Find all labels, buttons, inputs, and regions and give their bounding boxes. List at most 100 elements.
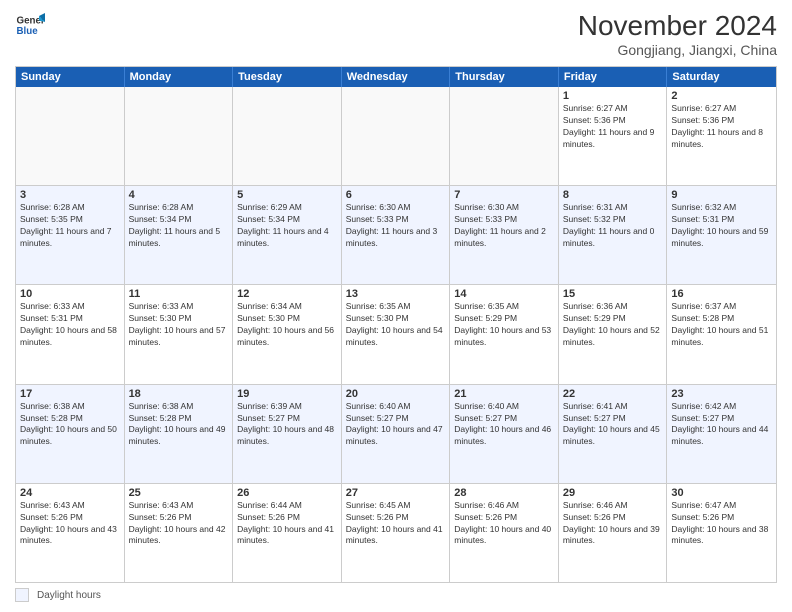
day-info: Sunrise: 6:38 AM Sunset: 5:28 PM Dayligh…: [20, 401, 120, 449]
calendar-cell: 15Sunrise: 6:36 AM Sunset: 5:29 PM Dayli…: [559, 285, 668, 383]
legend-box: [15, 588, 29, 602]
calendar-cell: 19Sunrise: 6:39 AM Sunset: 5:27 PM Dayli…: [233, 385, 342, 483]
day-info: Sunrise: 6:39 AM Sunset: 5:27 PM Dayligh…: [237, 401, 337, 449]
day-info: Sunrise: 6:30 AM Sunset: 5:33 PM Dayligh…: [346, 202, 446, 250]
calendar-cell: 29Sunrise: 6:46 AM Sunset: 5:26 PM Dayli…: [559, 484, 668, 582]
day-info: Sunrise: 6:27 AM Sunset: 5:36 PM Dayligh…: [671, 103, 772, 151]
day-info: Sunrise: 6:43 AM Sunset: 5:26 PM Dayligh…: [20, 500, 120, 548]
day-info: Sunrise: 6:35 AM Sunset: 5:30 PM Dayligh…: [346, 301, 446, 349]
day-number: 16: [671, 288, 772, 300]
day-info: Sunrise: 6:46 AM Sunset: 5:26 PM Dayligh…: [454, 500, 554, 548]
day-number: 14: [454, 288, 554, 300]
calendar-cell: 5Sunrise: 6:29 AM Sunset: 5:34 PM Daylig…: [233, 186, 342, 284]
day-number: 26: [237, 487, 337, 499]
subtitle: Gongjiang, Jiangxi, China: [578, 42, 777, 58]
day-info: Sunrise: 6:41 AM Sunset: 5:27 PM Dayligh…: [563, 401, 663, 449]
calendar-cell: 7Sunrise: 6:30 AM Sunset: 5:33 PM Daylig…: [450, 186, 559, 284]
day-number: 11: [129, 288, 229, 300]
calendar-cell: 9Sunrise: 6:32 AM Sunset: 5:31 PM Daylig…: [667, 186, 776, 284]
day-info: Sunrise: 6:32 AM Sunset: 5:31 PM Dayligh…: [671, 202, 772, 250]
calendar-cell: 11Sunrise: 6:33 AM Sunset: 5:30 PM Dayli…: [125, 285, 234, 383]
calendar-header: SundayMondayTuesdayWednesdayThursdayFrid…: [16, 67, 776, 87]
calendar-cell: 30Sunrise: 6:47 AM Sunset: 5:26 PM Dayli…: [667, 484, 776, 582]
day-info: Sunrise: 6:36 AM Sunset: 5:29 PM Dayligh…: [563, 301, 663, 349]
day-info: Sunrise: 6:38 AM Sunset: 5:28 PM Dayligh…: [129, 401, 229, 449]
calendar-cell: 10Sunrise: 6:33 AM Sunset: 5:31 PM Dayli…: [16, 285, 125, 383]
day-info: Sunrise: 6:42 AM Sunset: 5:27 PM Dayligh…: [671, 401, 772, 449]
day-number: 13: [346, 288, 446, 300]
day-number: 21: [454, 388, 554, 400]
day-number: 12: [237, 288, 337, 300]
day-info: Sunrise: 6:47 AM Sunset: 5:26 PM Dayligh…: [671, 500, 772, 548]
header-day-tuesday: Tuesday: [233, 67, 342, 87]
calendar-cell: 28Sunrise: 6:46 AM Sunset: 5:26 PM Dayli…: [450, 484, 559, 582]
calendar-row-0: 1 Sunrise: 6:27 AM Sunset: 5:36 PM Daylig…: [16, 87, 776, 185]
day-info: Sunrise: 6:37 AM Sunset: 5:28 PM Dayligh…: [671, 301, 772, 349]
day-number: 28: [454, 487, 554, 499]
logo: General Blue: [15, 10, 45, 40]
legend: Daylight hours: [15, 588, 777, 602]
day-info: Sunrise: 6:29 AM Sunset: 5:34 PM Dayligh…: [237, 202, 337, 250]
calendar-cell: [450, 87, 559, 185]
day-number: 6: [346, 189, 446, 201]
page: General Blue November 2024 Gongjiang, Ji…: [0, 0, 792, 612]
calendar-row-1: 3Sunrise: 6:28 AM Sunset: 5:35 PM Daylig…: [16, 185, 776, 284]
day-number: 19: [237, 388, 337, 400]
day-info: Sunrise: 6:30 AM Sunset: 5:33 PM Dayligh…: [454, 202, 554, 250]
day-number: 4: [129, 189, 229, 201]
title-block: November 2024 Gongjiang, Jiangxi, China: [578, 10, 777, 58]
calendar-cell: 8Sunrise: 6:31 AM Sunset: 5:32 PM Daylig…: [559, 186, 668, 284]
day-number: 3: [20, 189, 120, 201]
calendar-cell: 27Sunrise: 6:45 AM Sunset: 5:26 PM Dayli…: [342, 484, 451, 582]
calendar-cell: 3Sunrise: 6:28 AM Sunset: 5:35 PM Daylig…: [16, 186, 125, 284]
calendar-cell: [16, 87, 125, 185]
day-info: Sunrise: 6:46 AM Sunset: 5:26 PM Dayligh…: [563, 500, 663, 548]
day-info: Sunrise: 6:45 AM Sunset: 5:26 PM Dayligh…: [346, 500, 446, 548]
calendar-cell: 17Sunrise: 6:38 AM Sunset: 5:28 PM Dayli…: [16, 385, 125, 483]
day-number: 10: [20, 288, 120, 300]
day-info: Sunrise: 6:34 AM Sunset: 5:30 PM Dayligh…: [237, 301, 337, 349]
calendar-cell: 16Sunrise: 6:37 AM Sunset: 5:28 PM Dayli…: [667, 285, 776, 383]
header-day-wednesday: Wednesday: [342, 67, 451, 87]
day-number: 1: [563, 90, 663, 102]
header: General Blue November 2024 Gongjiang, Ji…: [15, 10, 777, 58]
day-number: 9: [671, 189, 772, 201]
day-number: 15: [563, 288, 663, 300]
day-info: Sunrise: 6:40 AM Sunset: 5:27 PM Dayligh…: [346, 401, 446, 449]
day-number: 8: [563, 189, 663, 201]
calendar-cell: 4Sunrise: 6:28 AM Sunset: 5:34 PM Daylig…: [125, 186, 234, 284]
day-number: 20: [346, 388, 446, 400]
day-info: Sunrise: 6:43 AM Sunset: 5:26 PM Dayligh…: [129, 500, 229, 548]
header-day-monday: Monday: [125, 67, 234, 87]
day-number: 27: [346, 487, 446, 499]
calendar-cell: 6Sunrise: 6:30 AM Sunset: 5:33 PM Daylig…: [342, 186, 451, 284]
calendar-cell: 14Sunrise: 6:35 AM Sunset: 5:29 PM Dayli…: [450, 285, 559, 383]
calendar-cell: 21Sunrise: 6:40 AM Sunset: 5:27 PM Dayli…: [450, 385, 559, 483]
day-info: Sunrise: 6:33 AM Sunset: 5:31 PM Dayligh…: [20, 301, 120, 349]
header-day-friday: Friday: [559, 67, 668, 87]
day-number: 30: [671, 487, 772, 499]
day-info: Sunrise: 6:44 AM Sunset: 5:26 PM Dayligh…: [237, 500, 337, 548]
calendar-cell: [125, 87, 234, 185]
day-info: Sunrise: 6:33 AM Sunset: 5:30 PM Dayligh…: [129, 301, 229, 349]
day-info: Sunrise: 6:28 AM Sunset: 5:34 PM Dayligh…: [129, 202, 229, 250]
calendar-row-2: 10Sunrise: 6:33 AM Sunset: 5:31 PM Dayli…: [16, 284, 776, 383]
calendar-cell: 2Sunrise: 6:27 AM Sunset: 5:36 PM Daylig…: [667, 87, 776, 185]
legend-label: Daylight hours: [37, 590, 101, 601]
calendar-cell: 20Sunrise: 6:40 AM Sunset: 5:27 PM Dayli…: [342, 385, 451, 483]
calendar-cell: 22Sunrise: 6:41 AM Sunset: 5:27 PM Dayli…: [559, 385, 668, 483]
day-number: 29: [563, 487, 663, 499]
day-number: 22: [563, 388, 663, 400]
day-info: Sunrise: 6:31 AM Sunset: 5:32 PM Dayligh…: [563, 202, 663, 250]
day-number: 23: [671, 388, 772, 400]
calendar-body: 1 Sunrise: 6:27 AM Sunset: 5:36 PM Daylig…: [16, 87, 776, 582]
calendar-cell: 12Sunrise: 6:34 AM Sunset: 5:30 PM Dayli…: [233, 285, 342, 383]
calendar-cell: [342, 87, 451, 185]
day-info: Sunrise: 6:28 AM Sunset: 5:35 PM Dayligh…: [20, 202, 120, 250]
month-title: November 2024: [578, 10, 777, 42]
svg-text:Blue: Blue: [17, 26, 39, 37]
header-day-thursday: Thursday: [450, 67, 559, 87]
day-number: 25: [129, 487, 229, 499]
day-info: Sunrise: 6:40 AM Sunset: 5:27 PM Dayligh…: [454, 401, 554, 449]
calendar-cell: 25Sunrise: 6:43 AM Sunset: 5:26 PM Dayli…: [125, 484, 234, 582]
